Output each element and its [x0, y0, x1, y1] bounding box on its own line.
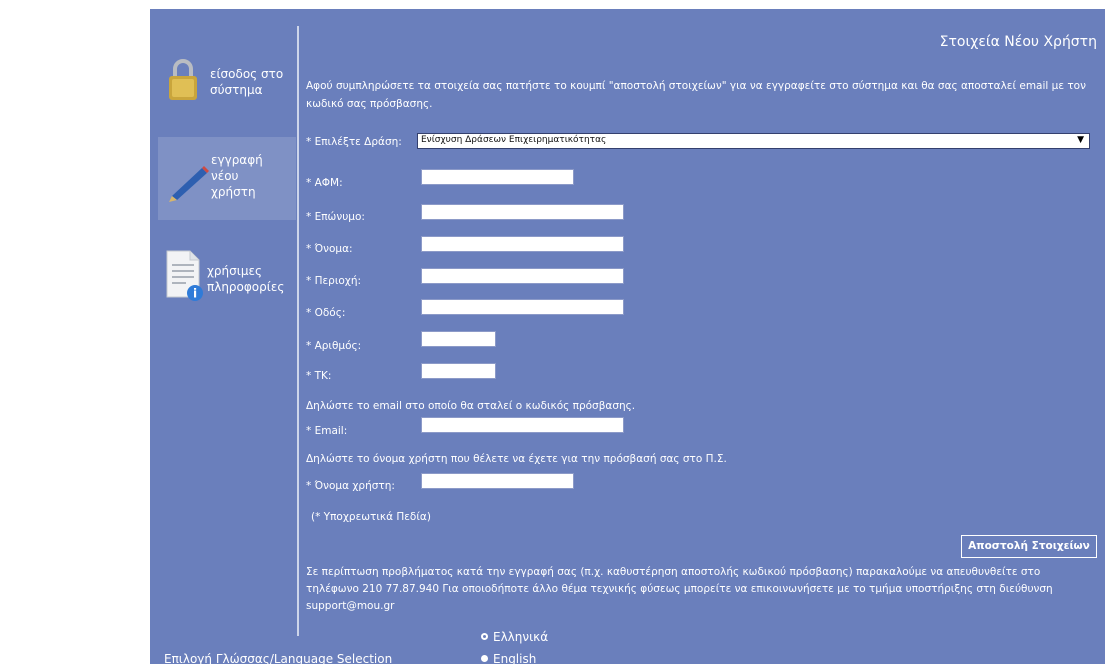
action-select-value: Ενίσχυση Δράσεων Επιχειρηματικότητας	[421, 135, 607, 145]
afm-input[interactable]	[421, 169, 574, 185]
pen-icon	[169, 166, 209, 202]
dropdown-arrow-icon: ▼	[1077, 135, 1084, 145]
sidebar-item-label: είσοδος στο σύστημα	[210, 67, 284, 97]
street-label: * Οδός:	[306, 307, 346, 319]
svg-text:i: i	[193, 287, 197, 301]
username-hint: Δηλώστε το όνομα χρήστη που θέλετε να έχ…	[306, 453, 727, 465]
language-option-greek[interactable]: Ελληνικά	[481, 630, 548, 644]
sidebar-item-label: εγγραφή νέου χρήστη	[211, 153, 263, 199]
first-name-input[interactable]	[421, 236, 624, 252]
email-hint: Δηλώστε το email στο οποίο θα σταλεί ο κ…	[306, 400, 636, 412]
street-number-label: * Αριθμός:	[306, 340, 362, 352]
radio-icon[interactable]	[481, 655, 488, 662]
afm-label: * ΑΦΜ:	[306, 177, 343, 189]
email-label: * Email:	[306, 425, 348, 437]
username-label: * Όνομα χρήστη:	[306, 480, 395, 492]
sidebar-divider	[297, 26, 299, 636]
page-title: Στοιχεία Νέου Χρήστη	[939, 34, 1097, 50]
postal-code-label: * ΤΚ:	[306, 370, 332, 382]
support-info-text: Σε περίπτωση προβλήματος κατά την εγγραφ…	[306, 566, 1053, 612]
action-select[interactable]: Ενίσχυση Δράσεων Επιχειρηματικότητας ▼	[417, 133, 1090, 149]
sidebar-item-label: χρήσιμες πληροφορίες	[207, 264, 285, 294]
region-input[interactable]	[421, 268, 624, 284]
email-input[interactable]	[421, 417, 624, 433]
lock-icon	[169, 59, 197, 100]
intro-text: Αφού συμπληρώσετε τα στοιχεία σας πατήστ…	[306, 80, 1086, 110]
language-greek-label: Ελληνικά	[493, 630, 549, 644]
region-label: * Περιοχή:	[306, 275, 362, 287]
street-number-input[interactable]	[421, 331, 496, 347]
action-select-label: * Επιλέξτε Δράση:	[306, 136, 402, 148]
sidebar-item-login[interactable]: είσοδος στο σύστημα	[158, 57, 294, 117]
submit-button[interactable]: Αποστολή Στοιχείων	[961, 535, 1097, 558]
sidebar-item-register[interactable]: εγγραφή νέου χρήστη	[158, 137, 296, 220]
sidebar-item-info[interactable]: i χρήσιμες πληροφορίες	[158, 247, 296, 305]
first-name-label: * Όνομα:	[306, 243, 353, 255]
street-input[interactable]	[421, 299, 624, 315]
registration-panel: είσοδος στο σύστημα εγγραφή νέου χρήστη …	[150, 9, 1105, 666]
surname-label: * Επώνυμο:	[306, 211, 365, 223]
surname-input[interactable]	[421, 204, 624, 220]
username-input[interactable]	[421, 473, 574, 489]
radio-selected-icon[interactable]	[481, 633, 488, 640]
info-document-icon: i	[166, 250, 203, 301]
required-fields-note: (* Υποχρεωτικά Πεδία)	[311, 511, 431, 523]
postal-code-input[interactable]	[421, 363, 496, 379]
